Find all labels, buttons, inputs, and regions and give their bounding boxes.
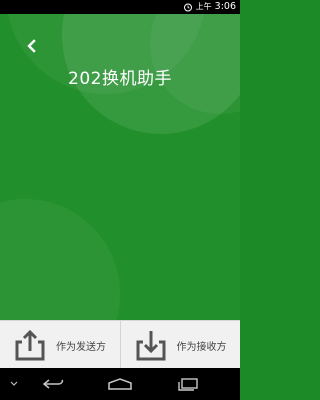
receive-label: 作为接收方 — [176, 342, 227, 353]
main-area: 202换机助手 — [0, 14, 240, 320]
page-title: 202换机助手 — [68, 69, 172, 89]
send-label: 作为发送方 — [56, 342, 106, 353]
recent-apps-icon — [178, 378, 198, 391]
home-icon — [108, 378, 132, 390]
upload-icon — [15, 329, 45, 361]
nav-bar — [0, 368, 240, 400]
receive-button[interactable]: 作为接收方 — [119, 321, 241, 369]
decor-circle — [0, 199, 120, 320]
status-bar: 上午 3:06 — [0, 0, 240, 14]
nav-recent-apps-button[interactable] — [168, 368, 208, 400]
nav-back-button[interactable] — [36, 368, 72, 400]
back-button[interactable] — [22, 36, 42, 56]
nav-home-button[interactable] — [100, 368, 140, 400]
download-icon — [136, 331, 165, 361]
nav-menu-button[interactable] — [6, 368, 22, 400]
back-icon — [42, 379, 64, 389]
status-ampm: 上午 — [195, 2, 212, 11]
menu-chevron-icon — [10, 381, 18, 386]
action-bar: 作为发送方 作为接收方 — [0, 320, 240, 369]
status-time: 3:06 — [214, 1, 236, 12]
send-button[interactable]: 作为发送方 — [0, 321, 120, 369]
status-right: 上午 3:06 — [183, 0, 236, 14]
chevron-left-icon — [27, 39, 36, 53]
alarm-icon — [183, 3, 192, 12]
